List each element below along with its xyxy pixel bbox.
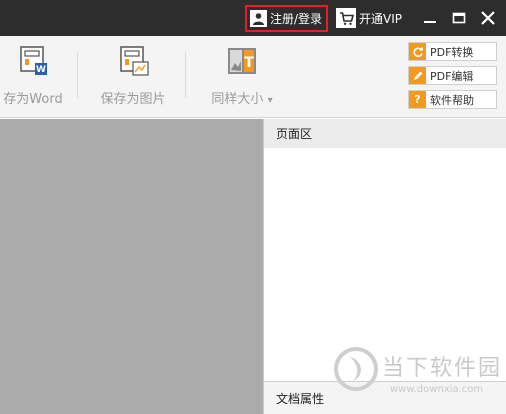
login-label: 注册/登录 (270, 12, 323, 26)
word-document-icon: W (16, 44, 50, 82)
same-size-button[interactable]: T 同样大小 ▾ (202, 44, 282, 107)
toolbar-divider (185, 52, 186, 98)
save-as-image-button[interactable]: 保存为图片 (92, 44, 174, 107)
pencil-icon (409, 67, 426, 84)
watermark-logo-icon (333, 346, 379, 392)
help-button[interactable]: ? 软件帮助 (408, 90, 497, 109)
toolbar: W 存为Word 保存为图片 T 同样大小 ▾ PDF转换 PDF编辑 ? 软件… (0, 36, 506, 118)
toolbar-divider (77, 52, 78, 98)
pdf-convert-button[interactable]: PDF转换 (408, 42, 497, 61)
help-label: 软件帮助 (430, 93, 474, 107)
svg-text:W: W (36, 65, 46, 75)
pdf-edit-label: PDF编辑 (430, 69, 474, 83)
same-size-label: 同样大小 ▾ (211, 92, 273, 107)
maximize-icon[interactable] (449, 8, 469, 28)
document-canvas[interactable] (0, 119, 263, 414)
chevron-down-icon: ▾ (267, 95, 273, 106)
save-as-word-label: 存为Word (3, 92, 63, 107)
pages-panel-body[interactable] (264, 148, 506, 381)
watermark-title: 当下软件园 (382, 356, 503, 381)
pdf-edit-button[interactable]: PDF编辑 (408, 66, 497, 85)
title-bar: 注册/登录 开通VIP (0, 0, 506, 36)
login-button[interactable]: 注册/登录 (245, 5, 328, 32)
vip-button[interactable]: 开通VIP (336, 7, 402, 29)
image-document-icon (116, 44, 150, 82)
resize-image-icon: T (225, 44, 259, 82)
pages-panel-title: 页面区 (264, 119, 506, 148)
save-as-image-label: 保存为图片 (100, 92, 166, 107)
help-icon: ? (409, 91, 426, 108)
svg-text:T: T (244, 55, 254, 71)
minimize-icon[interactable] (420, 8, 440, 28)
watermark-url: www.downxia.com (390, 384, 484, 395)
vip-label: 开通VIP (359, 11, 402, 26)
user-icon (250, 10, 267, 27)
cart-icon (336, 8, 356, 28)
close-icon[interactable] (478, 8, 498, 28)
refresh-icon (409, 43, 426, 60)
save-as-word-button[interactable]: W 存为Word (0, 44, 78, 107)
pdf-convert-label: PDF转换 (430, 45, 474, 59)
